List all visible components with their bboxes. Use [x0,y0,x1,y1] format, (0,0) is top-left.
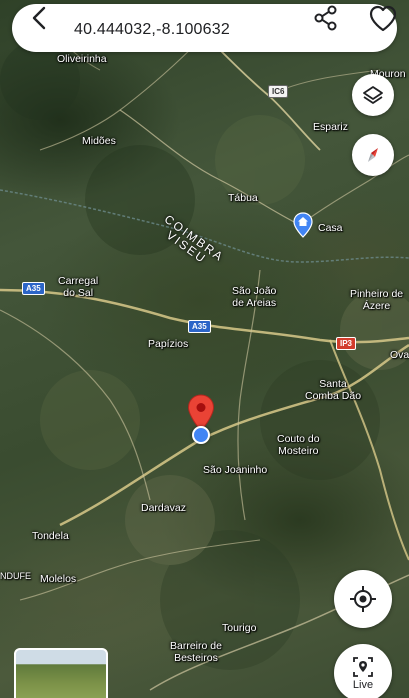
share-button[interactable] [312,4,342,34]
live-view-button[interactable]: Live [334,644,392,698]
road-shield-ic6: IC6 [268,85,289,98]
my-location-button[interactable] [334,570,392,628]
place-label-tabua: Tábua [228,192,258,204]
heart-icon [369,5,397,32]
arrow-back-icon [32,6,46,30]
live-view-icon [353,656,373,677]
place-label-molelos: Molelos [40,573,77,585]
compass-icon [368,148,378,162]
layers-icon [363,86,383,104]
current-location-dot [192,426,210,444]
place-label-couto-do-mosteiro: Couto do Mosteiro [277,433,320,457]
place-label-pinheiro-de-azere: Pinheiro de Ázere [350,288,404,312]
compass-button[interactable] [352,134,394,176]
place-label-sao-joao-de-areias: São João de Areias [232,285,277,309]
road-shield-a35: A35 [188,320,211,333]
place-label-sao-joaninho: São Joaninho [203,464,268,476]
place-label-ova: Ova [390,349,409,361]
my-location-icon [350,586,376,612]
home-pin-icon [293,212,313,238]
place-label-carregal-do-sal: Carregal do Sal [58,275,99,299]
place-label-santa-comba-dao: Santa Comba Dão [305,378,362,402]
share-icon [314,5,337,31]
favorite-button[interactable] [368,4,402,34]
place-label-espariz: Espariz [313,121,349,133]
place-label-casa: Casa [318,222,343,234]
layers-button[interactable] [352,74,394,116]
road-shield-a35: A35 [22,282,45,295]
place-label-ndufe: NDUFE [0,571,31,581]
coordinates-text[interactable]: 40.444032,-8.100632 [74,21,230,39]
top-bar: 40.444032,-8.100632 [0,0,409,56]
place-label-papizios: Papízios [148,338,189,350]
place-label-barreiro-de-besteiros: Barreiro de Besteiros [170,640,222,664]
search-bar[interactable]: 40.444032,-8.100632 [12,4,397,52]
home-marker[interactable] [293,212,313,243]
place-label-dardavaz: Dardavaz [141,502,186,514]
street-view-thumbnail[interactable] [14,648,108,698]
place-label-midoes: Midões [82,135,116,147]
place-label-tondela: Tondela [32,530,69,542]
place-label-tourigo: Tourigo [222,622,257,634]
road-shield-ip3: IP3 [336,337,357,350]
live-view-label: Live [352,678,374,691]
back-button[interactable] [28,4,68,34]
